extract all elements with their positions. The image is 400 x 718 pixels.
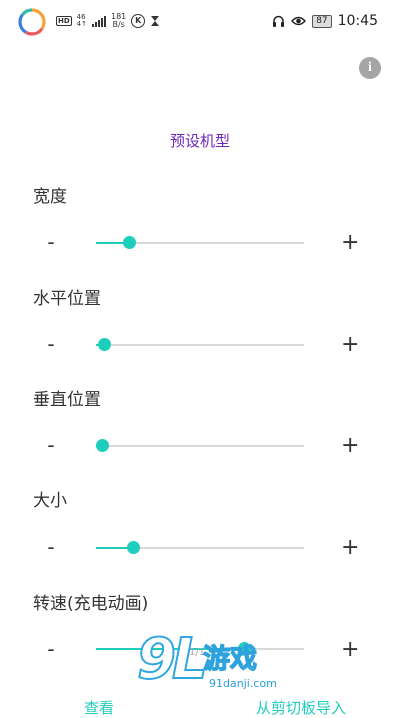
width-decrease-button[interactable]: - — [43, 232, 59, 252]
status-left-icons: HD 46 4↑ 181 B/s K — [56, 13, 160, 29]
horizontal-position-slider[interactable] — [96, 338, 304, 351]
size-slider-thumb[interactable] — [127, 541, 141, 554]
speed-unit: B/s — [112, 20, 125, 29]
app-ring-icon — [18, 8, 46, 36]
width-slider[interactable] — [96, 236, 304, 249]
setting-label-horizontal-position: 水平位置 — [33, 289, 101, 309]
width-slider-thumb[interactable] — [123, 236, 137, 249]
rotation-speed-increase-button[interactable]: + — [341, 639, 359, 661]
setting-label-rotation-speed: 转速(充电动画) — [33, 594, 149, 614]
network-type: 46 4↑ — [77, 14, 87, 28]
horizontal-position-decrease-button[interactable]: - — [43, 334, 59, 354]
width-increase-button[interactable]: + — [341, 232, 359, 254]
setting-label-vertical-position: 垂直位置 — [33, 390, 101, 410]
info-icon[interactable]: i — [359, 57, 381, 79]
eye-icon — [291, 16, 307, 26]
horizontal-position-increase-button[interactable]: + — [341, 334, 359, 356]
watermark-domain: 91danji.com — [209, 677, 277, 690]
size-slider[interactable] — [96, 541, 304, 554]
vertical-position-slider-thumb[interactable] — [96, 439, 109, 452]
setting-label-size: 大小 — [33, 491, 67, 511]
network-type-sub: 4↑ — [76, 20, 87, 28]
battery-indicator: 87 — [312, 14, 332, 28]
page-title: 预设机型 — [169, 132, 230, 150]
hd-badge: HD — [56, 16, 72, 26]
site-watermark: 9L 游戏 91danji.com — [136, 627, 287, 710]
setting-label-width: 宽度 — [33, 187, 67, 207]
rotation-speed-decrease-button[interactable]: - — [43, 639, 59, 659]
signal-icon — [92, 15, 106, 27]
vertical-position-increase-button[interactable]: + — [341, 435, 359, 457]
k-app-icon: K — [131, 14, 146, 28]
network-speed: 181 B/s — [111, 13, 126, 29]
watermark-logo: 9L — [136, 627, 209, 692]
status-right-icons: 87 10:45 — [272, 13, 378, 29]
watermark-text: 游戏 — [202, 643, 257, 675]
view-button[interactable]: 查看 — [84, 697, 114, 718]
vertical-position-slider[interactable] — [96, 439, 304, 452]
hourglass-icon — [151, 16, 160, 26]
headset-icon — [273, 15, 285, 27]
clock: 10:45 — [337, 13, 378, 29]
size-increase-button[interactable]: + — [341, 537, 359, 559]
status-bar: HD 46 4↑ 181 B/s K 87 10:45 — [0, 0, 400, 46]
size-decrease-button[interactable]: - — [43, 537, 59, 557]
horizontal-position-slider-thumb[interactable] — [98, 338, 112, 351]
vertical-position-decrease-button[interactable]: - — [43, 435, 59, 455]
